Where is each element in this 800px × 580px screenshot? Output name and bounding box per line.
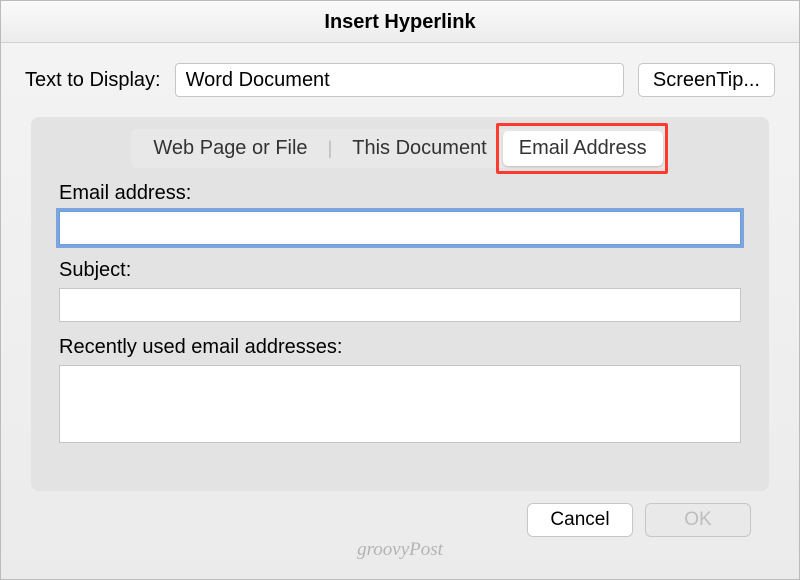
recent-label: Recently used email addresses: bbox=[59, 336, 741, 359]
tab-bar: Web Page or File | This Document Email A… bbox=[59, 129, 741, 168]
dialog-footer: Cancel OK bbox=[25, 491, 775, 541]
subject-label: Subject: bbox=[59, 259, 741, 282]
tab-bar-inner: Web Page or File | This Document Email A… bbox=[131, 129, 668, 168]
ok-button: OK bbox=[645, 503, 751, 537]
recent-emails-listbox[interactable] bbox=[59, 365, 741, 443]
tab-web-page-or-file[interactable]: Web Page or File bbox=[137, 131, 323, 166]
subject-field-group: Subject: bbox=[59, 259, 741, 322]
hyperlink-panel: Web Page or File | This Document Email A… bbox=[31, 117, 769, 491]
screentip-button[interactable]: ScreenTip... bbox=[638, 63, 775, 97]
tab-this-document[interactable]: This Document bbox=[336, 131, 503, 166]
subject-input[interactable] bbox=[59, 288, 741, 322]
dialog-title: Insert Hyperlink bbox=[1, 1, 799, 43]
text-to-display-input[interactable] bbox=[175, 63, 624, 97]
text-to-display-label: Text to Display: bbox=[25, 69, 161, 92]
recent-field-group: Recently used email addresses: bbox=[59, 336, 741, 443]
email-input[interactable] bbox=[59, 211, 741, 245]
email-field-group: Email address: bbox=[59, 182, 741, 245]
text-to-display-row: Text to Display: ScreenTip... bbox=[25, 63, 775, 97]
insert-hyperlink-dialog: Insert Hyperlink Text to Display: Screen… bbox=[0, 0, 800, 580]
email-label: Email address: bbox=[59, 182, 741, 205]
cancel-button[interactable]: Cancel bbox=[527, 503, 633, 537]
dialog-content: Text to Display: ScreenTip... Web Page o… bbox=[1, 43, 799, 579]
tab-email-address[interactable]: Email Address bbox=[503, 131, 663, 166]
watermark-text: groovyPost bbox=[25, 539, 775, 569]
tab-separator: | bbox=[324, 138, 337, 159]
